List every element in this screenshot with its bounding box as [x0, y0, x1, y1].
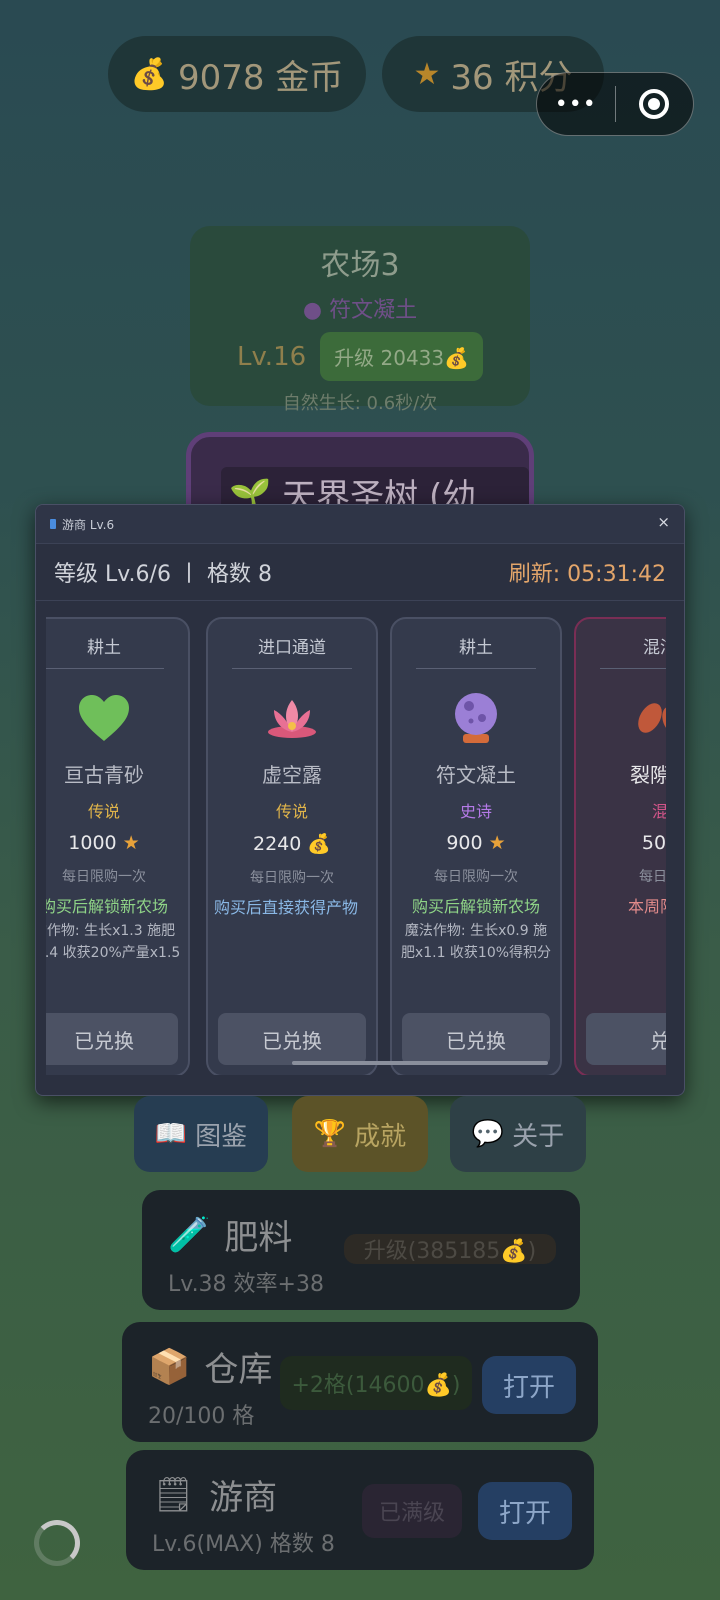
merchant-panel: 🗒 游商 Lv.6(MAX) 格数 8 已满级 打开: [126, 1450, 594, 1570]
crystal-ball-icon: [392, 683, 560, 753]
warehouse-title: 📦 仓库: [148, 1346, 273, 1391]
card-limit: 每日限购一次: [250, 870, 334, 886]
card-name: 亘古青砂: [64, 763, 144, 787]
card-name: 符文凝土: [436, 763, 516, 787]
more-button[interactable]: •••: [537, 92, 615, 117]
money-bag-icon: 💰: [130, 56, 168, 92]
card-price: 1000 ★: [68, 832, 140, 854]
carousel-scrollbar[interactable]: [292, 1061, 548, 1065]
merchant-level: Lv.6(MAX) 格数 8: [152, 1532, 335, 1557]
shop-card: 耕土 亘古青砂 传说 1000★ 每日限购一次 购买后解锁新农场 古作物: 生长…: [46, 617, 190, 1075]
card-effect: 魔法作物: 生长x0.9 施肥x1.1 收获10%得积分: [400, 923, 552, 961]
speech-bubble-icon: 💬: [471, 1119, 505, 1149]
achievement-button[interactable]: 🏆 成就: [292, 1096, 428, 1172]
trophy-icon: 🏆: [313, 1119, 347, 1149]
about-button[interactable]: 💬 关于: [450, 1096, 586, 1172]
shop-card: 耕土 符文凝土 史诗 900 ★ 每日限购一次 购买后解锁新农场 魔法作物: 生长…: [390, 617, 562, 1075]
loading-spinner: [34, 1520, 80, 1566]
merchant-level-info: 等级 Lv.6/6 丨 格数 8: [54, 562, 272, 587]
card-limit: 每日限购一次: [62, 869, 146, 885]
card-name: 裂隙花: [630, 763, 666, 787]
merchant-title: 🗒 游商: [152, 1474, 278, 1519]
card-rarity: 混: [576, 798, 666, 822]
redeem-button[interactable]: 兑: [586, 1013, 666, 1065]
card-description: 购买后解锁新农场: [46, 897, 168, 916]
card-category: 耕土: [416, 633, 536, 669]
miniprogram-capsule: •••: [536, 72, 694, 136]
fertilizer-level: Lv.38 效率+38: [168, 1272, 324, 1297]
close-icon[interactable]: ×: [657, 513, 670, 531]
merchant-open-button[interactable]: 打开: [478, 1482, 572, 1540]
star-icon: ★: [413, 56, 441, 92]
close-miniprogram-button[interactable]: [616, 89, 694, 119]
dialog-titlebar: 游商 Lv.6 ×: [36, 505, 684, 543]
warehouse-open-button[interactable]: 打开: [482, 1356, 576, 1414]
shop-card: 混沌 裂隙花 混 500 每日限 本周限定 兑: [574, 617, 666, 1075]
package-icon: 📦: [148, 1346, 191, 1387]
dialog-header: 等级 Lv.6/6 丨 格数 8 刷新: 05:31:42: [36, 543, 684, 601]
card-price: 2240 💰: [252, 832, 332, 856]
card-category: 混沌: [600, 633, 666, 669]
card-price: 900 ★: [446, 832, 506, 854]
target-icon: [639, 89, 670, 119]
farm-natural-growth: 自然生长: 0.6秒/次: [282, 393, 438, 414]
lotus-icon: [208, 683, 376, 753]
money-bag-icon: 💰: [307, 833, 332, 855]
warehouse-expand-button[interactable]: +2格(14600💰): [280, 1356, 472, 1410]
card-effect: 古作物: 生长x1.3 施肥x1.4 收获20%产量x1.5: [46, 923, 181, 961]
card-category: 进口通道: [232, 633, 352, 669]
card-description: 购买后解锁新农场: [411, 897, 540, 916]
redeem-button[interactable]: 已兑换: [402, 1013, 550, 1065]
merchant-dialog: 游商 Lv.6 × 等级 Lv.6/6 丨 格数 8 刷新: 05:31:42 …: [35, 504, 685, 1096]
card-rarity: 传说: [87, 802, 120, 821]
card-limit: 每日限购一次: [434, 869, 518, 885]
shop-card: 进口通道 虚空露 传说 2240 💰 每日限购一次 购买后直接获得产物 已兑换: [206, 617, 378, 1075]
card-description: 本周限定: [627, 897, 666, 916]
farm-level: Lv.16: [236, 341, 307, 372]
fertilizer-panel: 🧪 肥料 Lv.38 效率+38 升级(385185💰): [142, 1190, 580, 1310]
green-heart-icon: [46, 683, 188, 753]
card-description: 购买后直接获得产物: [214, 898, 359, 917]
farm-upgrade-button[interactable]: 升级 20433💰: [320, 332, 484, 381]
card-category: 耕土: [46, 633, 164, 669]
star-icon: ★: [122, 832, 140, 854]
book-button[interactable]: 📖 图鉴: [134, 1096, 268, 1172]
warehouse-panel: 📦 仓库 20/100 格 +2格(14600💰) 打开: [122, 1322, 598, 1442]
card-limit: 每日限: [639, 869, 666, 885]
refresh-timer: 刷新: 05:31:42: [508, 562, 666, 587]
card-rarity: 史诗: [459, 802, 492, 821]
redeem-button[interactable]: 已兑换: [218, 1013, 366, 1065]
star-icon: ★: [488, 832, 506, 854]
fertilizer-title: 🧪 肥料: [168, 1214, 293, 1259]
dialog-title: 游商 Lv.6: [62, 517, 115, 532]
farm-title: 农场3: [320, 248, 400, 283]
app-icon: [50, 519, 56, 529]
fertilizer-upgrade-button[interactable]: 升级(385185💰): [344, 1234, 556, 1264]
coins-value: 9078 金币: [178, 57, 344, 98]
warehouse-capacity: 20/100 格: [148, 1404, 255, 1429]
coins-pill: 💰 9078 金币: [108, 36, 366, 112]
book-icon: 📖: [154, 1119, 188, 1149]
test-tube-icon: 🧪: [168, 1214, 211, 1255]
redeem-button[interactable]: 已兑换: [46, 1013, 178, 1065]
farm-card[interactable]: 农场3 ● 符文凝土 Lv.16 升级 20433💰 自然生长: 0.6秒/次: [190, 226, 530, 414]
notepad-icon: 🗒: [152, 1474, 196, 1515]
farm-soil: ● 符文凝土: [302, 298, 418, 323]
card-name: 虚空露: [262, 763, 322, 787]
card-carousel[interactable]: 耕土 亘古青砂 传说 1000★ 每日限购一次 购买后解锁新农场 古作物: 生长…: [46, 615, 666, 1075]
merchant-maxed-button[interactable]: 已满级: [362, 1484, 462, 1538]
card-rarity: 传说: [275, 802, 308, 821]
beans-icon: [576, 683, 666, 753]
card-price: 500: [641, 832, 666, 854]
